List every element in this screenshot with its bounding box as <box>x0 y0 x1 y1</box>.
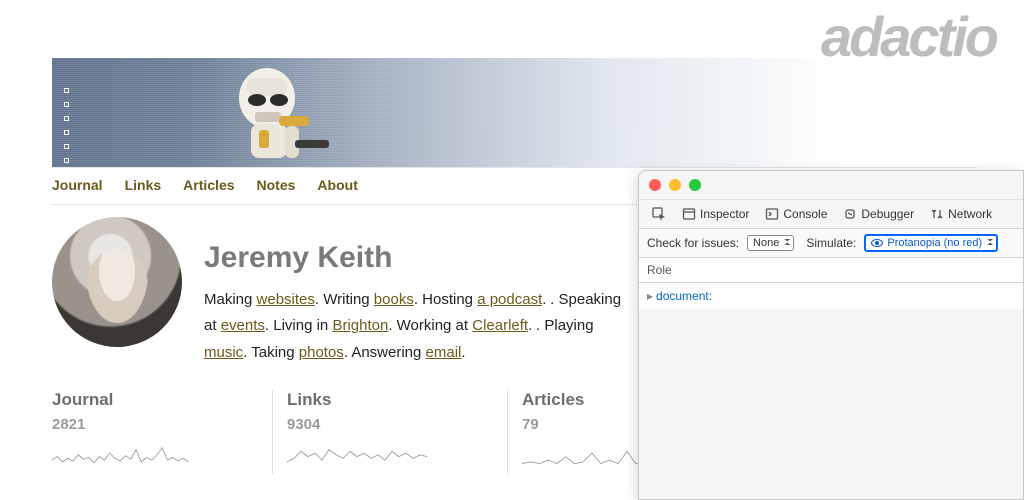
tab-inspector[interactable]: Inspector <box>675 204 756 224</box>
link-books[interactable]: books <box>374 291 414 308</box>
link-email[interactable]: email <box>426 344 462 361</box>
nav-articles[interactable]: Articles <box>183 178 234 192</box>
pick-element-button[interactable] <box>645 204 673 224</box>
tab-console[interactable]: Console <box>758 204 834 224</box>
eye-icon <box>871 239 883 247</box>
nav-journal[interactable]: Journal <box>52 178 103 192</box>
link-clearleft[interactable]: Clearleft <box>472 317 528 334</box>
stat-count: 9304 <box>287 416 493 433</box>
nav-notes[interactable]: Notes <box>257 178 296 192</box>
close-icon[interactable] <box>649 179 661 191</box>
sparkline <box>287 439 427 469</box>
link-websites[interactable]: websites <box>257 291 315 308</box>
twisty-icon[interactable]: ▸ <box>647 289 653 303</box>
accessibility-toolbar: Check for issues: None Simulate: Protano… <box>639 229 1023 258</box>
minimize-icon[interactable] <box>669 179 681 191</box>
devtools-tabs: Inspector Console Debugger Network <box>639 199 1023 229</box>
page-title: Jeremy Keith <box>204 241 634 275</box>
stat-label: Journal <box>52 390 258 410</box>
nav-about[interactable]: About <box>317 178 357 192</box>
tab-network[interactable]: Network <box>923 204 999 224</box>
issues-select[interactable]: None <box>747 235 794 251</box>
issues-label: Check for issues: <box>647 236 739 250</box>
link-photos[interactable]: photos <box>299 344 344 361</box>
simulate-label: Simulate: <box>806 236 856 250</box>
link-music[interactable]: music <box>204 344 243 361</box>
sparkline <box>52 439 192 469</box>
bio-text: Making websites. Writing books. Hosting … <box>204 287 634 366</box>
stormtrooper-image <box>207 64 347 168</box>
stat-links[interactable]: Links 9304 <box>272 390 507 474</box>
bio: Jeremy Keith Making websites. Writing bo… <box>204 217 634 366</box>
simulate-select[interactable]: Protanopia (no red) <box>864 234 998 252</box>
tab-debugger[interactable]: Debugger <box>836 204 921 224</box>
role-header: Role <box>639 258 1023 283</box>
stat-count: 2821 <box>52 416 258 433</box>
hero-banner <box>52 58 977 168</box>
link-events[interactable]: events <box>221 317 265 334</box>
zoom-icon[interactable] <box>689 179 701 191</box>
traffic-lights <box>639 171 1023 199</box>
devtools-panel: Inspector Console Debugger Network Check… <box>638 170 1024 500</box>
stat-label: Links <box>287 390 493 410</box>
tree-node-document[interactable]: document: <box>656 289 712 303</box>
link-brighton[interactable]: Brighton <box>332 317 388 334</box>
avatar <box>52 217 182 347</box>
stat-journal[interactable]: Journal 2821 <box>52 390 272 474</box>
accessibility-tree: ▸document: <box>639 283 1023 309</box>
nav-links[interactable]: Links <box>125 178 162 192</box>
link-podcast[interactable]: a podcast <box>477 291 542 308</box>
